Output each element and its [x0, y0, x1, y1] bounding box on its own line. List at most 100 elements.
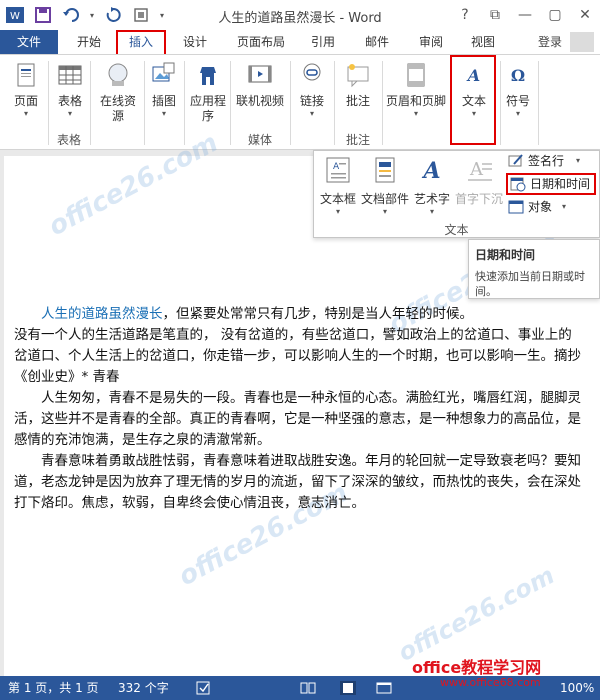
illustrations-label: 插图: [151, 94, 176, 108]
online-video-button[interactable]: 联机视频: [234, 61, 286, 109]
textbox-label: 文本框: [319, 192, 356, 206]
chevron-down-icon: ▾: [515, 109, 520, 118]
date-time-item[interactable]: 日期和时间: [506, 173, 597, 195]
ribbon-tabs: 文件 开始 插入 设计 页面布局 引用 邮件 审阅 视图 登录: [0, 30, 600, 55]
comment-label: 批注: [345, 94, 370, 108]
login-link[interactable]: 登录: [538, 30, 562, 54]
tab-design[interactable]: 设计: [172, 30, 218, 54]
drop-cap-button[interactable]: A 首字下沉: [454, 155, 504, 207]
links-label: 链接: [299, 94, 324, 108]
brand-watermark: office教程学习网: [412, 658, 542, 677]
word-count[interactable]: 332 个字: [118, 676, 169, 700]
new-comment-button[interactable]: 批注: [340, 61, 376, 109]
zoom-level[interactable]: 100%: [560, 676, 594, 700]
header-footer-button[interactable]: 页眉和页脚 ▾: [384, 61, 448, 119]
header-footer-icon: [407, 63, 425, 87]
textbox-button[interactable]: A 文本框 ▾: [318, 155, 358, 216]
proofing-icon[interactable]: [196, 681, 212, 695]
tab-insert[interactable]: 插入: [116, 30, 166, 55]
wordart-button[interactable]: A 艺术字 ▾: [412, 155, 452, 216]
divider: [500, 61, 501, 145]
quick-parts-label: 文档部件: [360, 192, 409, 206]
symbols-button[interactable]: Ω 符号 ▾: [502, 61, 534, 119]
minimize-icon[interactable]: —: [510, 0, 540, 30]
chevron-down-icon: ▾: [576, 156, 581, 165]
chevron-down-icon: ▾: [309, 109, 314, 118]
apps-label-1: 应用程: [189, 94, 226, 108]
globe-icon: [108, 63, 128, 86]
divider: [184, 61, 185, 145]
tab-mailings[interactable]: 邮件: [356, 30, 398, 54]
pages-button[interactable]: 页面 ▾: [8, 61, 44, 119]
omega-icon: Ω: [511, 66, 525, 85]
quick-parts-icon: [375, 157, 395, 183]
chevron-down-icon: ▾: [382, 207, 387, 216]
brand-url-watermark: www.office68.com: [440, 676, 541, 689]
comment-icon: [347, 64, 369, 88]
ribbon-display-icon[interactable]: ⧉: [480, 0, 510, 30]
tab-page-layout[interactable]: 页面布局: [228, 30, 294, 54]
tab-view[interactable]: 视图: [462, 30, 504, 54]
page-count[interactable]: 第 1 页，共 1 页: [8, 676, 99, 700]
hyperlink-text[interactable]: 人生的道路虽然漫长: [41, 306, 163, 322]
online-sources-label-2: 源: [111, 109, 124, 123]
chevron-down-icon: ▾: [23, 109, 28, 118]
divider: [538, 61, 539, 145]
window-controls: ? ⧉ — ▢ ✕: [450, 0, 600, 30]
paragraph-3: 人生匆匆，青春不是易失的一段。青春也是一种永恒的心态。满脸红光，嘴唇红润，腿脚灵…: [14, 390, 581, 448]
paragraph-2: 没有一个人的生活道路是笔直的， 没有岔道的，有些岔道口，譬如政治上的岔道口、事业…: [14, 327, 581, 385]
group-label-text: 文本: [444, 223, 469, 237]
header-footer-label: 页眉和页脚: [385, 94, 446, 108]
links-button[interactable]: 链接 ▾: [296, 61, 328, 119]
chevron-down-icon: ▾: [413, 109, 418, 118]
svg-text:A: A: [421, 158, 440, 184]
chevron-down-icon: ▾: [161, 109, 166, 118]
chevron-down-icon: ▾: [67, 109, 72, 118]
close-icon[interactable]: ✕: [570, 0, 600, 30]
text-dropdown-panel: A 文本框 ▾ 文档部件 ▾ A 艺术字 ▾ A 首字下沉 签名行 ▾ 日期和时…: [313, 150, 600, 238]
print-layout-icon[interactable]: [340, 681, 356, 695]
text-button-highlight: [450, 55, 496, 145]
online-video-label: 联机视频: [235, 94, 284, 108]
drop-cap-icon: A: [468, 159, 492, 181]
paragraph-1-rest: ，但紧要处常常只有几步，特别是当人年轻的时候。: [162, 306, 474, 322]
svg-text:A: A: [469, 159, 484, 180]
document-body[interactable]: 人生的道路虽然漫长，但紧要处常常只有几步，特别是当人年轻的时候。 没有一个人的生…: [14, 304, 584, 514]
web-layout-icon[interactable]: [376, 681, 392, 695]
online-sources-button[interactable]: 在线资 源: [96, 61, 140, 124]
chevron-down-icon: ▾: [429, 207, 434, 216]
pages-label: 页面: [13, 94, 38, 108]
quick-parts-button[interactable]: 文档部件 ▾: [360, 155, 410, 216]
signature-line-item[interactable]: 签名行 ▾: [508, 151, 580, 171]
date-time-label: 日期和时间: [530, 177, 591, 191]
illustrations-icon: [152, 62, 175, 82]
paragraph-4: 青春意味着勇敢战胜怯弱，青春意味着进取战胜安逸。年月的轮回就一定导致衰老吗？要知…: [14, 453, 581, 511]
avatar[interactable]: [570, 32, 594, 52]
read-mode-icon[interactable]: [300, 681, 316, 695]
link-icon: [303, 63, 321, 81]
group-label-table: 表格: [56, 133, 81, 147]
tab-file[interactable]: 文件: [0, 30, 58, 54]
drop-cap-label: 首字下沉: [454, 192, 503, 206]
tooltip-description: 快速添加当前日期或时间。: [475, 270, 585, 298]
wordart-label: 艺术字: [413, 192, 450, 206]
tab-home[interactable]: 开始: [66, 30, 112, 54]
object-icon: [508, 200, 524, 214]
tab-review[interactable]: 审阅: [410, 30, 452, 54]
divider: [144, 61, 145, 145]
divider: [90, 61, 91, 145]
table-button[interactable]: 表格 ▾: [54, 61, 86, 119]
tab-references[interactable]: 引用: [302, 30, 344, 54]
object-item[interactable]: 对象 ▾: [508, 197, 566, 217]
page-icon: [17, 63, 35, 87]
illustrations-button[interactable]: 插图 ▾: [148, 61, 180, 119]
divider: [382, 61, 383, 145]
signature-icon: [508, 154, 523, 167]
table-icon: [58, 65, 82, 85]
group-label-media: 媒体: [247, 133, 272, 147]
apps-button[interactable]: 应用程 序: [186, 61, 230, 124]
help-icon[interactable]: ?: [450, 0, 480, 30]
maximize-icon[interactable]: ▢: [540, 0, 570, 30]
signature-line-label: 签名行: [528, 154, 565, 168]
table-label: 表格: [57, 94, 82, 108]
